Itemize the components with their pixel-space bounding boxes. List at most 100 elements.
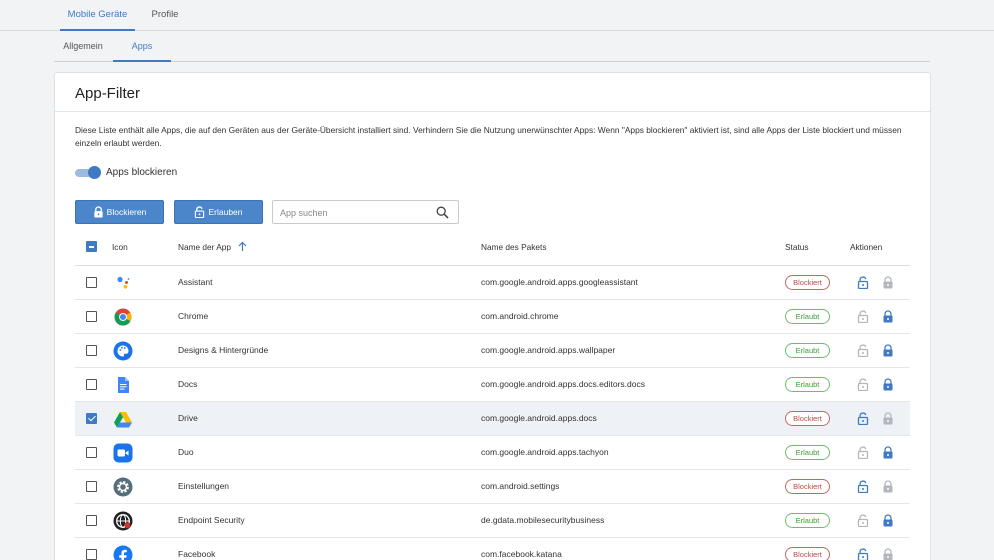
status-badge: Blockiert <box>785 275 830 290</box>
unlock-action-icon[interactable] <box>857 412 869 425</box>
unlock-action-icon[interactable] <box>857 480 869 493</box>
chrome-icon <box>114 308 132 326</box>
lock-action-icon[interactable] <box>882 480 894 493</box>
app-filter-card: App-Filter Diese Liste enthält alle Apps… <box>54 72 931 560</box>
row-checkbox[interactable] <box>86 515 97 526</box>
docs-icon <box>118 377 129 393</box>
unlock-action-icon[interactable] <box>857 310 869 323</box>
block-apps-toggle[interactable] <box>75 166 101 179</box>
row-checkbox[interactable] <box>86 277 97 288</box>
allow-label: Erlauben <box>208 207 243 217</box>
status-badge: Erlaubt <box>785 377 830 392</box>
lock-action-icon[interactable] <box>882 446 894 459</box>
unlock-action-icon[interactable] <box>857 344 869 357</box>
status-badge: Blockiert <box>785 479 830 494</box>
row-checkbox[interactable] <box>86 379 97 390</box>
package-name: com.google.android.apps.wallpaper <box>481 345 616 355</box>
card-title: App-Filter <box>75 85 141 102</box>
tab-allgemein[interactable]: Allgemein <box>54 31 112 62</box>
table-row[interactable]: Drive com.google.android.apps.docs Block… <box>75 402 910 436</box>
table-row[interactable]: Facebook com.facebook.katana Blockiert <box>75 538 910 560</box>
row-checkbox[interactable] <box>86 413 97 424</box>
table-row[interactable]: Chrome com.android.chrome Erlaubt <box>75 300 910 334</box>
tab-mobile-geraete[interactable]: Mobile Geräte <box>60 0 135 31</box>
sort-arrow-up-icon[interactable] <box>238 241 247 252</box>
table-row[interactable]: Duo com.google.android.apps.tachyon Erla… <box>75 436 910 470</box>
col-icon: Icon <box>112 242 128 252</box>
app-name: Duo <box>178 447 194 457</box>
row-checkbox[interactable] <box>86 447 97 458</box>
lock-action-icon[interactable] <box>882 412 894 425</box>
status-badge: Erlaubt <box>785 343 830 358</box>
drive-icon <box>114 412 132 428</box>
lock-action-icon[interactable] <box>882 548 894 560</box>
table-row[interactable]: Assistant com.google.android.apps.google… <box>75 266 910 300</box>
app-name: Drive <box>178 413 198 423</box>
lock-action-icon[interactable] <box>882 344 894 357</box>
duo-icon <box>113 443 133 463</box>
unlock-action-icon[interactable] <box>857 378 869 391</box>
col-status: Status <box>785 242 809 252</box>
lock-action-icon[interactable] <box>882 310 894 323</box>
unlock-action-icon[interactable] <box>857 276 869 289</box>
package-name: de.gdata.mobilesecuritybusiness <box>481 515 605 525</box>
app-search-box <box>272 200 459 224</box>
assistant-icon <box>117 276 130 289</box>
table-row[interactable]: Designs & Hintergründe com.google.androi… <box>75 334 910 368</box>
package-name: com.android.chrome <box>481 311 559 321</box>
divider <box>55 111 930 112</box>
top-nav: Mobile Geräte Profile <box>0 0 994 31</box>
col-package-name: Name des Pakets <box>481 242 547 252</box>
app-name: Facebook <box>178 549 216 559</box>
tab-apps[interactable]: Apps <box>113 31 171 62</box>
app-name: Endpoint Security <box>178 515 245 525</box>
row-checkbox[interactable] <box>86 481 97 492</box>
table-header: Icon Name der App Name des Pakets Status… <box>75 233 910 266</box>
palette-icon <box>113 341 133 361</box>
status-badge: Blockiert <box>785 411 830 426</box>
col-app-name[interactable]: Name der App <box>178 233 231 266</box>
app-name: Assistant <box>178 277 213 287</box>
tab-profile[interactable]: Profile <box>145 0 185 31</box>
allow-button[interactable]: Erlauben <box>174 200 263 224</box>
search-icon[interactable] <box>436 206 449 219</box>
app-name: Designs & Hintergründe <box>178 345 269 355</box>
app-name: Chrome <box>178 311 209 321</box>
package-name: com.google.android.apps.docs <box>481 413 597 423</box>
unlock-action-icon[interactable] <box>857 548 869 560</box>
status-badge: Blockiert <box>785 547 830 560</box>
select-all-checkbox[interactable] <box>86 241 97 252</box>
table-row[interactable]: Docs com.google.android.apps.docs.editor… <box>75 368 910 402</box>
table-row[interactable]: Endpoint Security de.gdata.mobilesecurit… <box>75 504 910 538</box>
gdata-icon <box>113 511 133 531</box>
app-name: Einstellungen <box>178 481 230 491</box>
status-badge: Erlaubt <box>785 445 830 460</box>
table-row[interactable]: Einstellungen com.android.settings Block… <box>75 470 910 504</box>
toggle-label: Apps blockieren <box>106 167 178 178</box>
unlock-action-icon[interactable] <box>857 446 869 459</box>
description-text: Diese Liste enthält alle Apps, die auf d… <box>75 125 902 148</box>
lock-open-icon <box>195 206 205 218</box>
app-name: Docs <box>178 379 198 389</box>
sub-nav: Allgemein Apps <box>54 31 930 62</box>
facebook-icon <box>113 545 133 560</box>
package-name: com.facebook.katana <box>481 549 562 559</box>
settings-icon <box>113 477 133 497</box>
lock-action-icon[interactable] <box>882 276 894 289</box>
row-checkbox[interactable] <box>86 549 97 560</box>
package-name: com.google.android.apps.docs.editors.doc… <box>481 379 645 389</box>
lock-action-icon[interactable] <box>882 514 894 527</box>
col-actions: Aktionen <box>850 242 883 252</box>
block-label: Blockieren <box>106 207 147 217</box>
status-badge: Erlaubt <box>785 309 830 324</box>
lock-closed-icon <box>94 206 103 218</box>
status-badge: Erlaubt <box>785 513 830 528</box>
row-checkbox[interactable] <box>86 345 97 356</box>
row-checkbox[interactable] <box>86 311 97 322</box>
lock-action-icon[interactable] <box>882 378 894 391</box>
block-button[interactable]: Blockieren <box>75 200 164 224</box>
package-name: com.google.android.apps.googleassistant <box>481 277 638 287</box>
unlock-action-icon[interactable] <box>857 514 869 527</box>
package-name: com.google.android.apps.tachyon <box>481 447 609 457</box>
search-input[interactable] <box>280 205 430 220</box>
